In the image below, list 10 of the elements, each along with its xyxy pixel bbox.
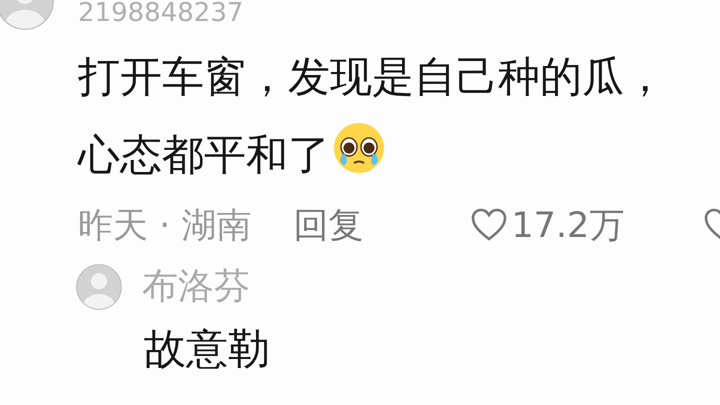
reply-link[interactable]: 回复 <box>293 202 364 248</box>
username: 2198848237 <box>78 0 244 28</box>
comment-meta: 昨天 · 湖南 <box>78 204 252 248</box>
heart-icon[interactable] <box>471 208 508 242</box>
comment-text: 打开车窗，发现是自己种的瓜，心态都平和了 <box>78 51 667 181</box>
username: 布洛芬 <box>142 265 250 309</box>
heart-icon[interactable] <box>704 208 720 242</box>
reply-text: 故意勒 <box>144 323 271 375</box>
like-count: 17.2万 <box>511 204 624 248</box>
avatar-icon <box>76 264 122 310</box>
